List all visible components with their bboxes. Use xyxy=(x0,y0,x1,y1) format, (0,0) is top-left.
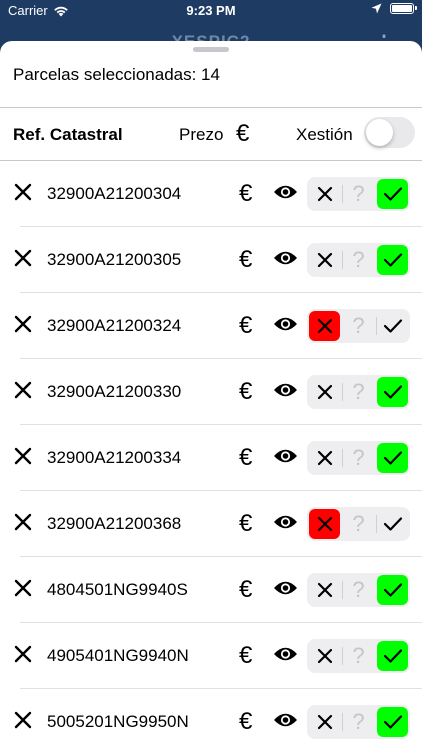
ref-column-header: Ref. Catastral xyxy=(13,125,123,144)
accept-option[interactable] xyxy=(377,509,408,539)
euro-icon[interactable]: € xyxy=(239,378,252,406)
table-row: 4905401NG9940N €? xyxy=(0,623,422,689)
table-row: 32900A21200324 €? xyxy=(0,293,422,359)
euro-icon[interactable]: € xyxy=(239,444,252,472)
reject-option[interactable] xyxy=(309,245,340,275)
reject-option[interactable] xyxy=(309,575,340,605)
manage-column-header: Xestión xyxy=(296,125,353,144)
unknown-option[interactable]: ? xyxy=(343,311,374,341)
selection-sheet: Parcelas seleccionadas: 14 Ref. Catastra… xyxy=(0,41,422,750)
accept-option[interactable] xyxy=(377,377,408,407)
status-segmented-control: ? xyxy=(307,309,410,343)
remove-icon[interactable] xyxy=(14,645,36,667)
status-segmented-control: ? xyxy=(307,441,410,475)
unknown-option[interactable]: ? xyxy=(343,245,374,275)
unknown-option[interactable]: ? xyxy=(343,509,374,539)
cadastral-ref: 32900A21200324 xyxy=(47,316,182,335)
reject-option[interactable] xyxy=(309,311,340,341)
unknown-option[interactable]: ? xyxy=(343,641,374,671)
cadastral-ref: 32900A21200368 xyxy=(47,514,182,533)
location-arrow-icon xyxy=(371,3,382,14)
eye-icon[interactable] xyxy=(273,711,298,733)
euro-icon[interactable]: € xyxy=(239,510,252,538)
remove-icon[interactable] xyxy=(14,447,36,469)
accept-option[interactable] xyxy=(377,575,408,605)
accept-option[interactable] xyxy=(377,179,408,209)
euro-icon[interactable]: € xyxy=(239,312,252,340)
table-row: 4804501NG9940S €? xyxy=(0,557,422,623)
reject-option[interactable] xyxy=(309,641,340,671)
eye-icon[interactable] xyxy=(273,315,298,337)
status-segmented-control: ? xyxy=(307,573,410,607)
table-row: 32900A21200330 €? xyxy=(0,359,422,425)
status-segmented-control: ? xyxy=(307,507,410,541)
status-segmented-control: ? xyxy=(307,375,410,409)
table-row: 32900A21200368 €? xyxy=(0,491,422,557)
unknown-option[interactable]: ? xyxy=(343,707,374,737)
status-segmented-control: ? xyxy=(307,243,410,277)
euro-icon[interactable]: € xyxy=(239,642,252,670)
table-row: 32900A21200305 €? xyxy=(0,227,422,293)
eye-icon[interactable] xyxy=(273,249,298,271)
euro-icon[interactable]: € xyxy=(239,246,252,274)
status-right xyxy=(371,3,417,14)
remove-icon[interactable] xyxy=(14,315,36,337)
cadastral-ref: 5005201NG9950N xyxy=(47,712,189,731)
table-row: 32900A21200304 €? xyxy=(0,161,422,227)
remove-icon[interactable] xyxy=(14,579,36,601)
unknown-option[interactable]: ? xyxy=(343,179,374,209)
status-bar: Carrier 9:23 PM xyxy=(0,0,422,22)
eye-icon[interactable] xyxy=(273,447,298,469)
cadastral-ref: 32900A21200330 xyxy=(47,382,182,401)
remove-icon[interactable] xyxy=(14,249,36,271)
sheet-grabber[interactable] xyxy=(193,47,229,52)
toggle-knob xyxy=(366,119,393,146)
table-row: 5005201NG9950N €? xyxy=(0,689,422,750)
cadastral-ref: 32900A21200334 xyxy=(47,448,182,467)
status-segmented-control: ? xyxy=(307,705,410,739)
remove-icon[interactable] xyxy=(14,513,36,535)
cadastral-ref: 32900A21200305 xyxy=(47,250,182,269)
euro-icon[interactable]: € xyxy=(239,708,252,736)
table-row: 32900A21200334 €? xyxy=(0,425,422,491)
remove-icon[interactable] xyxy=(14,381,36,403)
cadastral-ref: 4905401NG9940N xyxy=(47,646,189,665)
eye-icon[interactable] xyxy=(273,645,298,667)
reject-option[interactable] xyxy=(309,509,340,539)
reject-option[interactable] xyxy=(309,707,340,737)
accept-option[interactable] xyxy=(377,707,408,737)
euro-icon[interactable]: € xyxy=(239,576,252,604)
accept-option[interactable] xyxy=(377,311,408,341)
eye-icon[interactable] xyxy=(273,579,298,601)
reject-option[interactable] xyxy=(309,443,340,473)
unknown-option[interactable]: ? xyxy=(343,443,374,473)
remove-icon[interactable] xyxy=(14,183,36,205)
accept-option[interactable] xyxy=(377,443,408,473)
cadastral-ref: 32900A21200304 xyxy=(47,184,182,203)
selected-count: Parcelas seleccionadas: 14 xyxy=(13,65,220,84)
remove-icon[interactable] xyxy=(14,711,36,733)
cadastral-ref: 4804501NG9940S xyxy=(47,580,188,599)
status-segmented-control: ? xyxy=(307,639,410,673)
eye-icon[interactable] xyxy=(273,381,298,403)
eye-icon[interactable] xyxy=(273,183,298,205)
parcel-list: 32900A21200304 €? 32900A21200305 €? 32900A21… xyxy=(0,161,422,750)
reject-option[interactable] xyxy=(309,179,340,209)
unknown-option[interactable]: ? xyxy=(343,575,374,605)
battery-icon xyxy=(390,3,417,14)
euro-icon[interactable]: € xyxy=(236,120,249,148)
eye-icon[interactable] xyxy=(273,513,298,535)
reject-option[interactable] xyxy=(309,377,340,407)
euro-icon[interactable]: € xyxy=(239,180,252,208)
unknown-option[interactable]: ? xyxy=(343,377,374,407)
status-segmented-control: ? xyxy=(307,177,410,211)
price-column-header: Prezo xyxy=(179,125,224,144)
accept-option[interactable] xyxy=(377,641,408,671)
accept-option[interactable] xyxy=(377,245,408,275)
manage-toggle[interactable] xyxy=(364,117,415,148)
table-header: Ref. Catastral Prezo € Xestión xyxy=(0,108,422,160)
status-time: 9:23 PM xyxy=(186,3,236,18)
